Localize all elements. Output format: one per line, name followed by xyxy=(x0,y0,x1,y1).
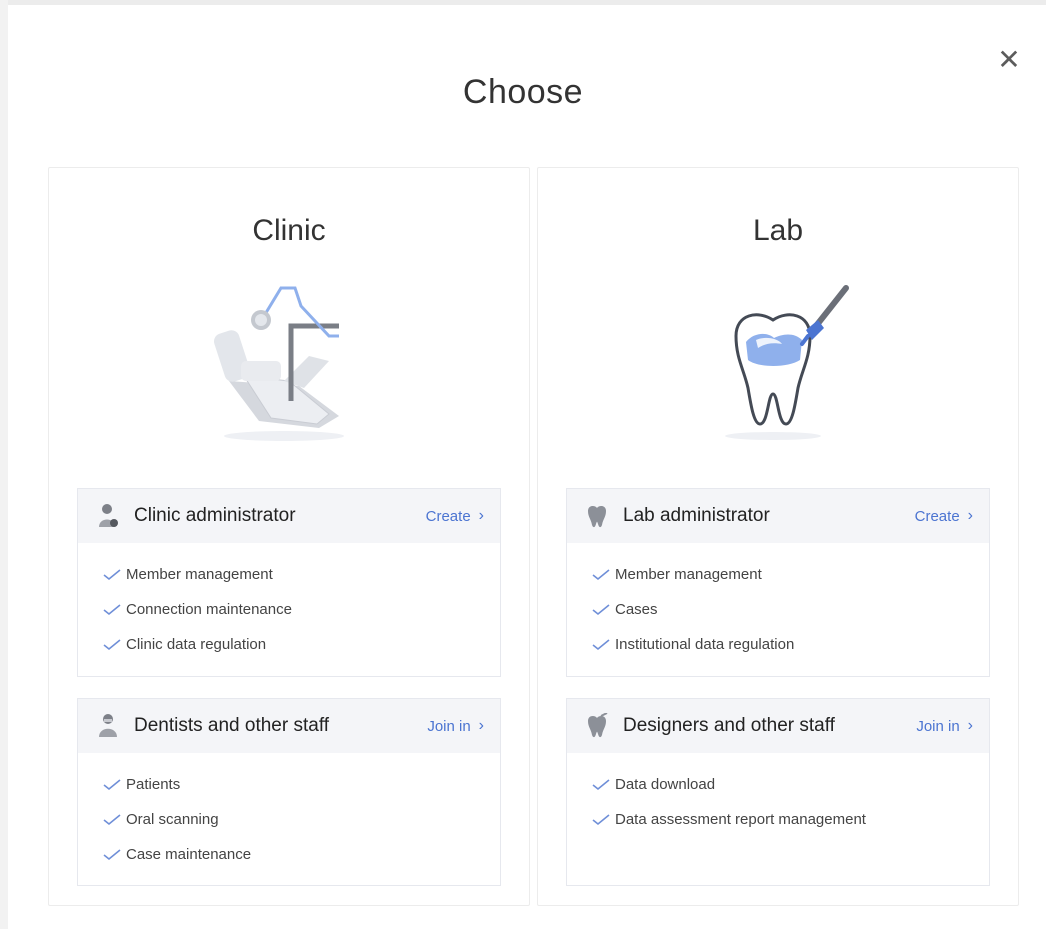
chevron-right-icon: › xyxy=(478,717,484,734)
feature-label: Member management xyxy=(126,566,273,583)
feature-label: Member management xyxy=(615,566,762,583)
close-icon[interactable]: ✕ xyxy=(992,43,1026,77)
action-label: Create xyxy=(914,507,960,525)
tooth-icon xyxy=(583,712,611,740)
role-name: Lab administrator xyxy=(623,505,770,526)
list-item: Connection maintenance xyxy=(100,592,500,627)
action-label: Join in xyxy=(916,717,960,735)
action-label: Join in xyxy=(427,717,471,735)
check-icon xyxy=(103,778,121,790)
feature-list: Member management Connection maintenance… xyxy=(78,543,500,676)
list-item: Oral scanning xyxy=(100,802,500,837)
administrator-icon xyxy=(94,502,122,530)
role-name: Designers and other staff xyxy=(623,715,835,736)
lab-panel: Lab Lab administrator Create › Member ma… xyxy=(537,167,1019,906)
role-header: Clinic administrator Create › xyxy=(78,489,500,543)
list-item: Member management xyxy=(100,557,500,592)
feature-label: Data download xyxy=(615,776,716,793)
action-label: Create xyxy=(425,507,471,525)
check-icon xyxy=(592,603,610,615)
check-icon xyxy=(592,638,610,650)
feature-label: Data assessment report management xyxy=(615,811,866,828)
clinic-panel: Clinic Clinic administrator Create › Mem… xyxy=(48,167,530,906)
tooth-icon xyxy=(583,502,611,530)
page-background-left xyxy=(0,0,8,929)
feature-label: Case maintenance xyxy=(126,846,252,863)
feature-label: Cases xyxy=(615,601,658,618)
check-icon xyxy=(103,603,121,615)
role-card-dentists: Dentists and other staff Join in › Patie… xyxy=(77,698,501,886)
role-name: Dentists and other staff xyxy=(134,715,330,736)
feature-list: Data download Data assessment report man… xyxy=(567,753,989,885)
create-lab-button[interactable]: Create › xyxy=(915,489,973,543)
chevron-right-icon: › xyxy=(967,507,973,524)
dentist-icon xyxy=(94,712,122,740)
join-clinic-button[interactable]: Join in › xyxy=(427,699,484,753)
feature-label: Oral scanning xyxy=(126,811,219,828)
role-card-lab-administrator: Lab administrator Create › Member manage… xyxy=(566,488,990,677)
list-item: Case maintenance xyxy=(100,837,500,872)
list-item: Patients xyxy=(100,767,500,802)
clinic-title: Clinic xyxy=(252,214,326,247)
role-header: Dentists and other staff Join in › xyxy=(78,699,500,753)
feature-list: Member management Cases Institutional da… xyxy=(567,543,989,676)
choose-dialog: ✕ Choose Clinic Clinic administrator Cre… xyxy=(8,5,1038,925)
feature-label: Patients xyxy=(126,776,181,793)
check-icon xyxy=(103,568,121,580)
list-item: Institutional data regulation xyxy=(589,627,989,662)
feature-list: Patients Oral scanning Case maintenance xyxy=(78,753,500,885)
list-item: Member management xyxy=(589,557,989,592)
role-name: Clinic administrator xyxy=(134,505,296,526)
check-icon xyxy=(592,813,610,825)
tooth-brush-illustration xyxy=(725,285,849,440)
feature-label: Connection maintenance xyxy=(126,601,292,618)
list-item: Data download xyxy=(589,767,989,802)
check-icon xyxy=(592,568,610,580)
list-item: Clinic data regulation xyxy=(100,627,500,662)
role-header: Lab administrator Create › xyxy=(567,489,989,543)
lab-title: Lab xyxy=(752,214,804,247)
check-icon xyxy=(103,638,121,650)
check-icon xyxy=(103,848,121,860)
feature-label: Institutional data regulation xyxy=(615,636,795,653)
dialog-title: Choose xyxy=(462,73,584,111)
check-icon xyxy=(103,813,121,825)
role-header: Designers and other staff Join in › xyxy=(567,699,989,753)
check-icon xyxy=(592,778,610,790)
list-item: Data assessment report management xyxy=(589,802,989,837)
role-card-designers: Designers and other staff Join in › Data… xyxy=(566,698,990,886)
feature-label: Clinic data regulation xyxy=(126,636,267,653)
chevron-right-icon: › xyxy=(478,507,484,524)
list-item: Cases xyxy=(589,592,989,627)
create-clinic-button[interactable]: Create › xyxy=(426,489,484,543)
join-lab-button[interactable]: Join in › xyxy=(916,699,973,753)
chevron-right-icon: › xyxy=(967,717,973,734)
role-card-clinic-administrator: Clinic administrator Create › Member man… xyxy=(77,488,501,677)
dental-chair-illustration xyxy=(213,286,344,441)
